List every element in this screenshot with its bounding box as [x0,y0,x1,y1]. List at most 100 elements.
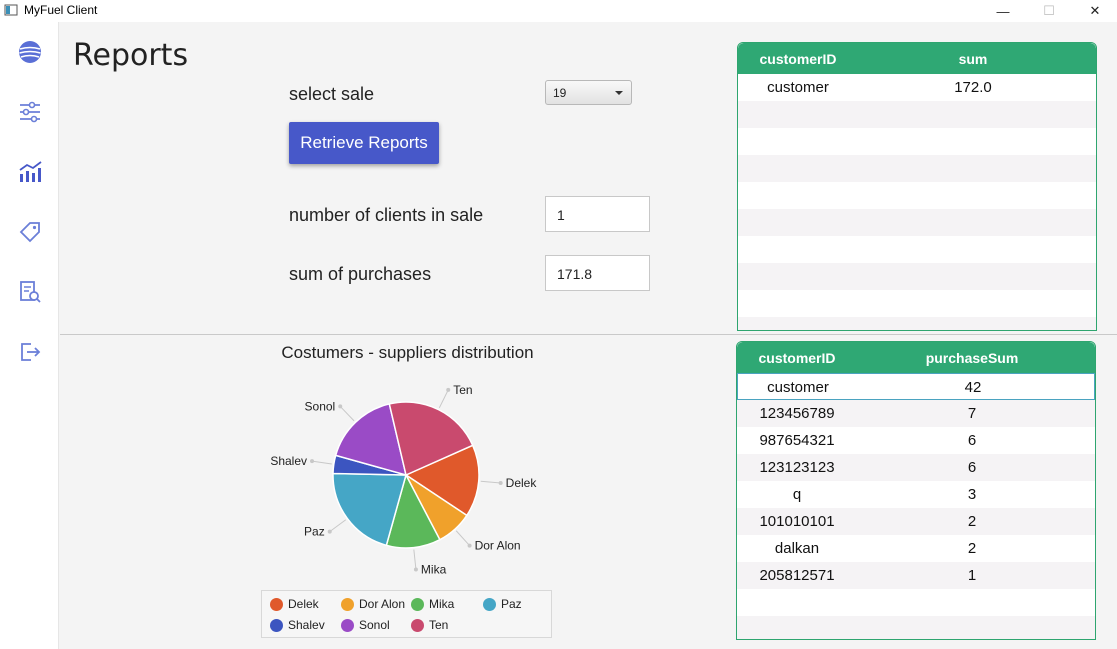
cell-value: 6 [967,432,977,449]
legend-swatch [270,597,283,611]
cell-customer-id: 123123123 [759,459,835,476]
pie-label-dot [413,567,418,572]
table-row[interactable]: customer 42 [737,373,1095,400]
cell-customer-id: 101010101 [759,513,835,530]
select-sale-label: select sale [289,84,375,104]
cell-customer-id: dalkan [774,540,820,557]
chart-legend: Delek Dor Alon Mika Paz Shalev Sonol Ten [261,590,552,638]
pie-label-dot [310,459,315,464]
pie-label: Ten [453,383,472,397]
customer-sum-table[interactable]: customerID sum customer 172.0 [737,42,1097,331]
pie-label-dot [327,529,332,534]
cell-value: 6 [967,459,977,476]
column-header-customerid[interactable]: customerID [738,51,858,67]
legend-label: Sonol [359,618,390,632]
pie-label-line [311,460,332,465]
customer-purchase-table[interactable]: customerID purchaseSum customer 42 1234567… [736,341,1096,640]
legend-label: Dor Alon [359,597,406,611]
legend-item: Mika [411,597,454,611]
report-search-icon[interactable] [17,279,43,305]
legend-label: Ten [429,618,449,632]
page-title: Reports [73,38,189,73]
legend-item: Ten [411,618,448,632]
legend-swatch [341,618,354,632]
pie-label-line [480,480,501,484]
table-row[interactable] [738,128,1096,155]
cell-customer-id: customer [767,379,829,396]
logout-icon[interactable] [17,339,43,365]
pie-label: Dor Alon [475,539,521,553]
table-row[interactable]: 123456789 7 [737,400,1095,427]
table-row[interactable]: 101010101 2 [737,508,1095,535]
chart-icon[interactable] [17,159,43,185]
column-header-customerid[interactable]: customerID [737,350,857,366]
legend-swatch [411,618,424,632]
app-icon [4,4,18,16]
cell-value: 2 [967,540,977,557]
cell-customer-id: 205812571 [759,567,835,584]
legend-label: Delek [288,597,319,611]
window-title: MyFuel Client [24,3,98,17]
table-row[interactable] [737,616,1095,639]
legend-swatch [411,597,424,611]
table-row[interactable] [738,290,1096,317]
table-row[interactable]: customer 172.0 [738,74,1096,101]
table-row[interactable] [738,209,1096,236]
legend-swatch [270,618,283,632]
column-header-sum[interactable]: sum [858,51,1088,67]
cell-customer-id: q [792,486,802,503]
table-row[interactable] [738,317,1096,330]
pie-label-line [455,530,470,546]
clients-count-field[interactable]: 1 [545,196,650,232]
globe-icon[interactable] [17,39,43,65]
table-row[interactable]: q3 [737,481,1095,508]
close-button[interactable]: ✕ [1072,0,1117,22]
legend-swatch [483,597,496,611]
cell-value: 2 [967,513,977,530]
pie-label: Paz [304,525,325,539]
sum-purchases-field[interactable]: 171.8 [545,255,650,291]
legend-swatch [341,597,354,611]
cell-value: 42 [964,379,982,396]
pie-label-dot [498,480,503,485]
legend-item: Sonol [341,618,390,632]
table-row[interactable] [738,155,1096,182]
table-row[interactable] [738,182,1096,209]
cell-value: 3 [967,486,977,503]
pie-label: Sonol [305,399,336,413]
retrieve-reports-button[interactable]: Retrieve Reports [289,122,439,164]
minimize-button[interactable]: — [980,0,1026,22]
tag-icon[interactable] [17,219,43,245]
legend-item: Shalev [270,618,325,632]
table-row[interactable] [737,589,1095,616]
table-row[interactable]: dalkan 2 [737,535,1095,562]
table-row[interactable] [738,101,1096,128]
cell-value: 172.0 [954,79,992,96]
legend-item: Paz [483,597,522,611]
title-bar: MyFuel Client — ☐ ✕ [0,0,1117,22]
sale-select[interactable]: 19 [545,80,632,105]
table-row[interactable]: 123123123 6 [737,454,1095,481]
cell-customer-id: 987654321 [759,432,835,449]
column-header-purchasesum[interactable]: purchaseSum [857,350,1087,366]
cell-customer-id: customer [767,79,829,96]
pie-label-dot [446,387,451,392]
chart-title: Costumers - suppliers distribution [281,343,534,362]
pie-chart: Delek Dor Alon Mika Paz Shalev Sonol Ten [270,383,538,577]
legend-label: Paz [501,597,522,611]
pie-label-line [413,549,417,570]
maximize-button[interactable]: ☐ [1026,0,1072,22]
cell-value: 7 [967,405,977,422]
pie-label-dot [467,543,472,548]
pie-label: Delek [506,476,538,490]
pie-label: Mika [421,562,447,576]
sliders-icon[interactable] [17,99,43,125]
table-row[interactable] [738,236,1096,263]
table-row[interactable]: 205812571 1 [737,562,1095,589]
table-row[interactable] [738,263,1096,290]
pie-label-line [339,406,355,422]
clients-label: number of clients in sale [289,205,484,225]
legend-item: Dor Alon [341,597,405,611]
table-row[interactable]: 987654321 6 [737,427,1095,454]
cell-value: 1 [967,567,977,584]
